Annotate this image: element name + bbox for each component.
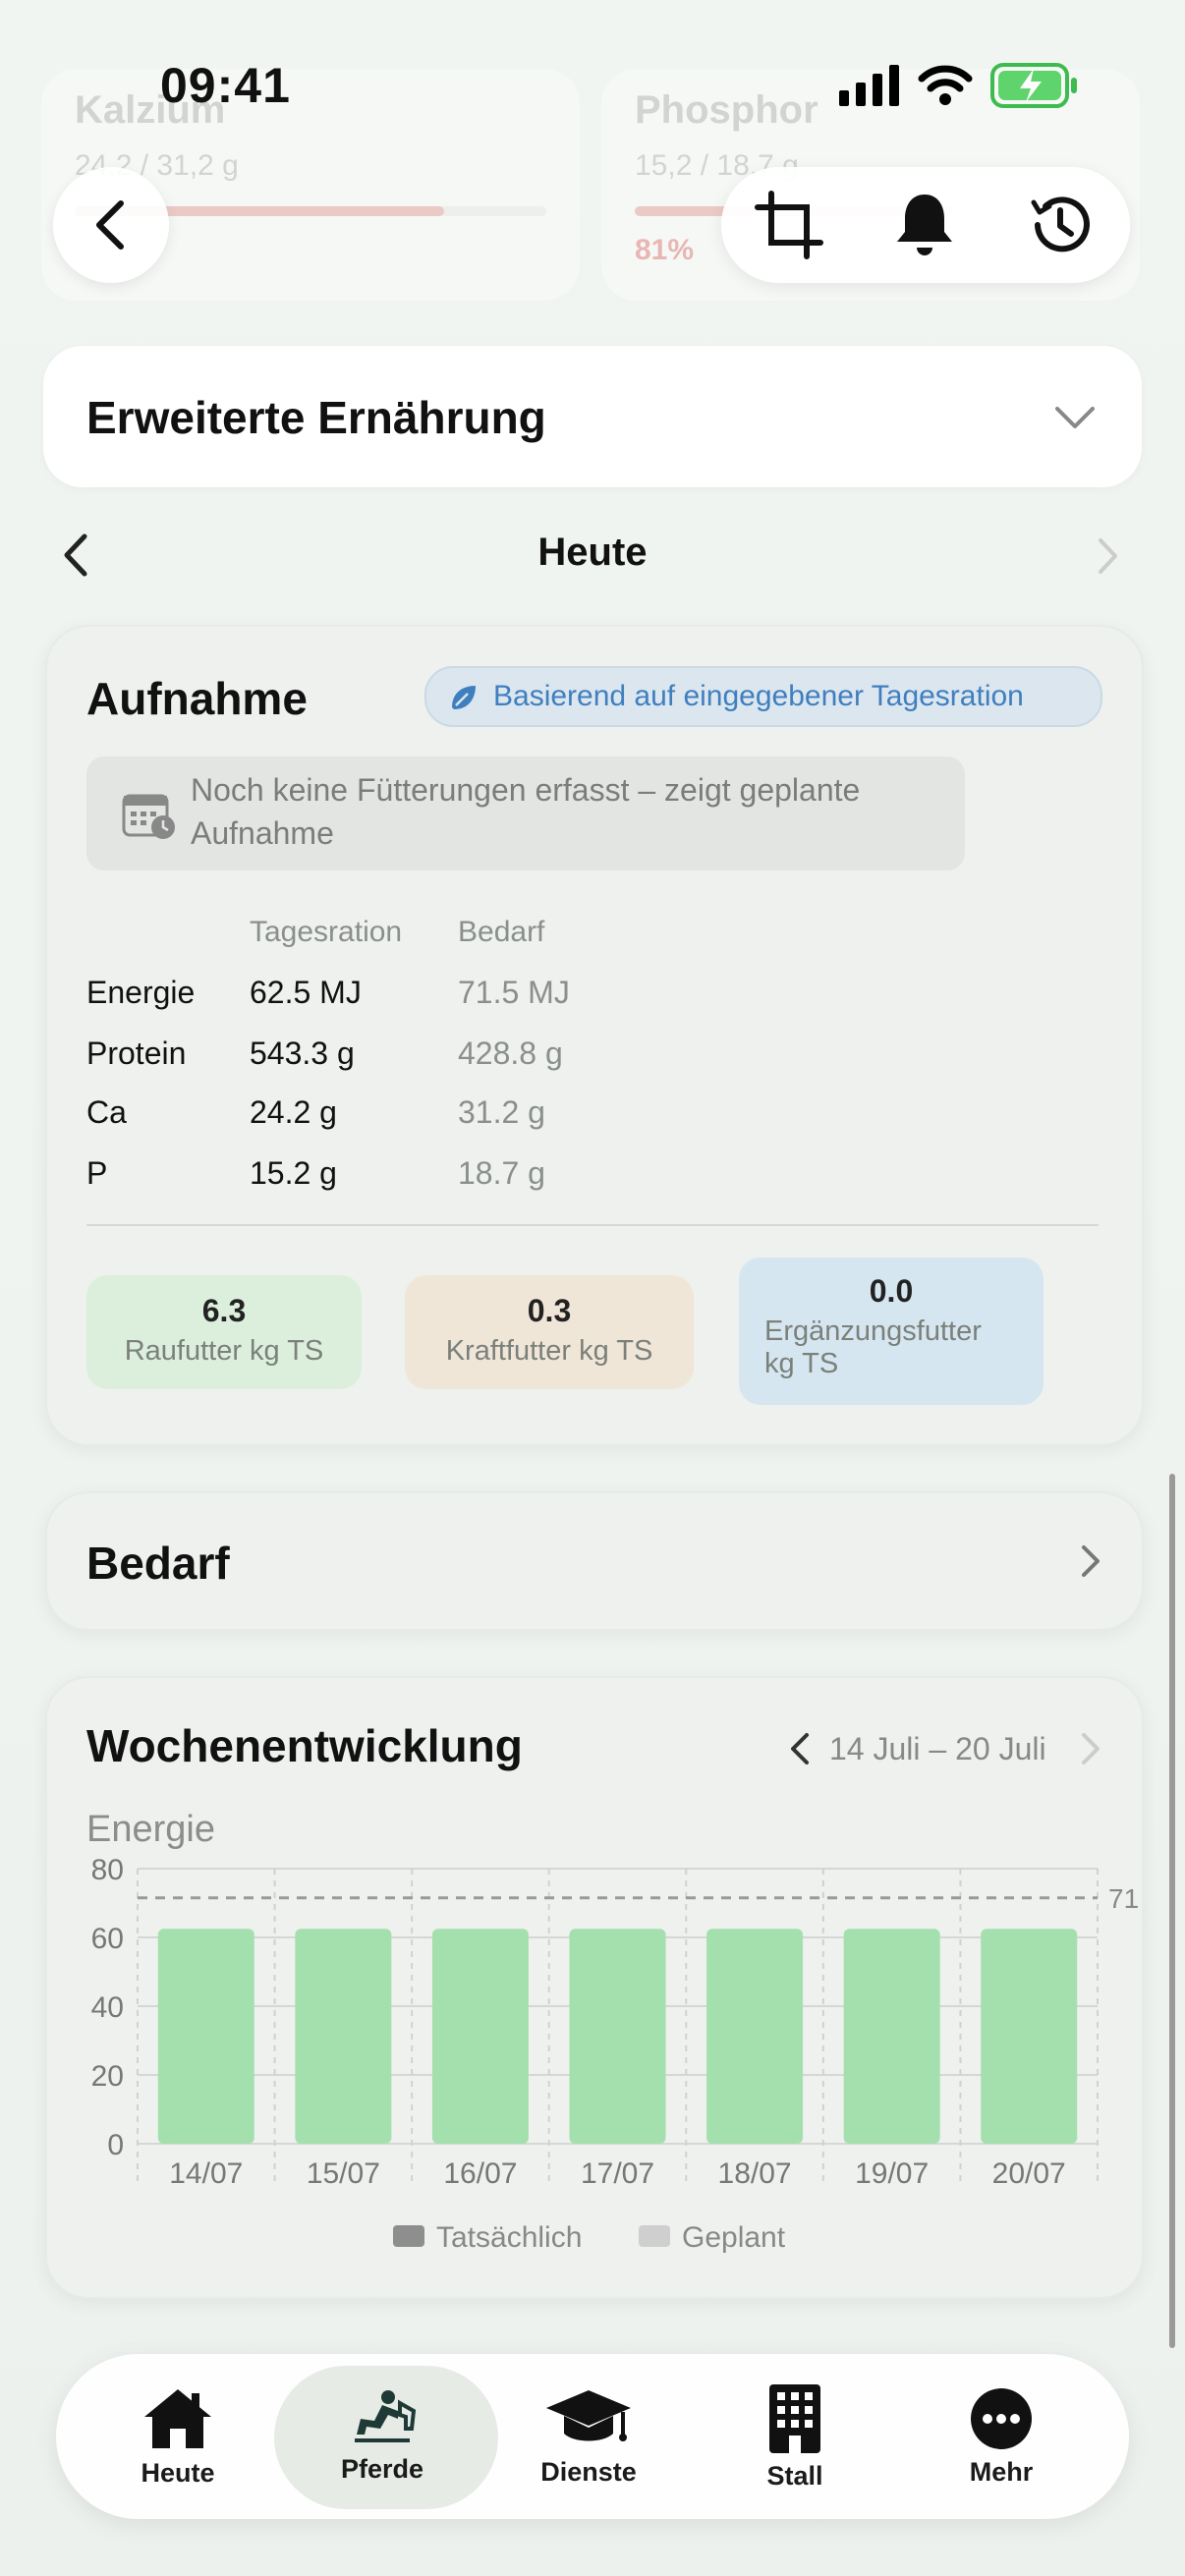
scrollbar[interactable] — [1169, 1474, 1175, 2348]
tab-pferde[interactable]: Pferde — [274, 2354, 498, 2519]
y-tick-label: 40 — [91, 1991, 124, 2024]
x-tick-label: 16/07 — [443, 2157, 517, 2190]
chart-title: Energie — [86, 1809, 215, 1850]
more-icon — [971, 2387, 1032, 2449]
x-tick-label: 14/07 — [169, 2157, 243, 2190]
legend-swatch-actual — [393, 2225, 424, 2247]
energy-bar — [981, 1929, 1078, 2144]
legend-swatch-planned — [639, 2225, 670, 2247]
energy-bar — [706, 1929, 804, 2144]
graduation-cap-icon — [546, 2389, 631, 2441]
energy-bar — [295, 1929, 392, 2144]
building-icon — [769, 2383, 820, 2453]
energy-chart: Energie 0 20 40 60 80 71 14/07 15/07 16/07 17/07 18… — [86, 1809, 1139, 2254]
tab-stall-label: Stall — [766, 2460, 823, 2491]
legend-label-actual: Tatsächlich — [436, 2221, 582, 2254]
y-tick-label: 80 — [91, 1854, 124, 1886]
y-tick-label: 0 — [107, 2129, 124, 2161]
energy-bar — [157, 1929, 254, 2144]
reference-line-label: 71 — [1108, 1883, 1139, 1914]
x-tick-label: 15/07 — [307, 2157, 380, 2190]
y-tick-label: 20 — [91, 2060, 124, 2093]
energy-bar — [431, 1929, 529, 2144]
x-tick-label: 17/07 — [581, 2157, 654, 2190]
x-tick-label: 19/07 — [855, 2157, 929, 2190]
tab-dienste-label: Dienste — [540, 2456, 637, 2487]
tab-pferde-label: Pferde — [340, 2453, 424, 2484]
x-tick-label: 20/07 — [992, 2157, 1066, 2190]
tab-heute[interactable]: Heute — [70, 2354, 286, 2519]
tab-stall[interactable]: Stall — [687, 2354, 903, 2519]
energy-bar — [569, 1929, 666, 2144]
tab-dienste[interactable]: Dienste — [480, 2354, 697, 2519]
horse-rider-icon — [355, 2389, 417, 2442]
legend-label-planned: Geplant — [682, 2221, 786, 2254]
y-tick-label: 60 — [91, 1923, 124, 1955]
home-icon — [144, 2388, 211, 2448]
tab-bar: Heute Pferde Dienste Stall Mehr — [56, 2354, 1129, 2519]
tab-mehr[interactable]: Mehr — [893, 2354, 1109, 2519]
tab-heute-label: Heute — [141, 2457, 215, 2488]
x-tick-label: 18/07 — [718, 2157, 792, 2190]
tab-mehr-label: Mehr — [969, 2456, 1034, 2487]
energy-bar — [843, 1929, 940, 2144]
